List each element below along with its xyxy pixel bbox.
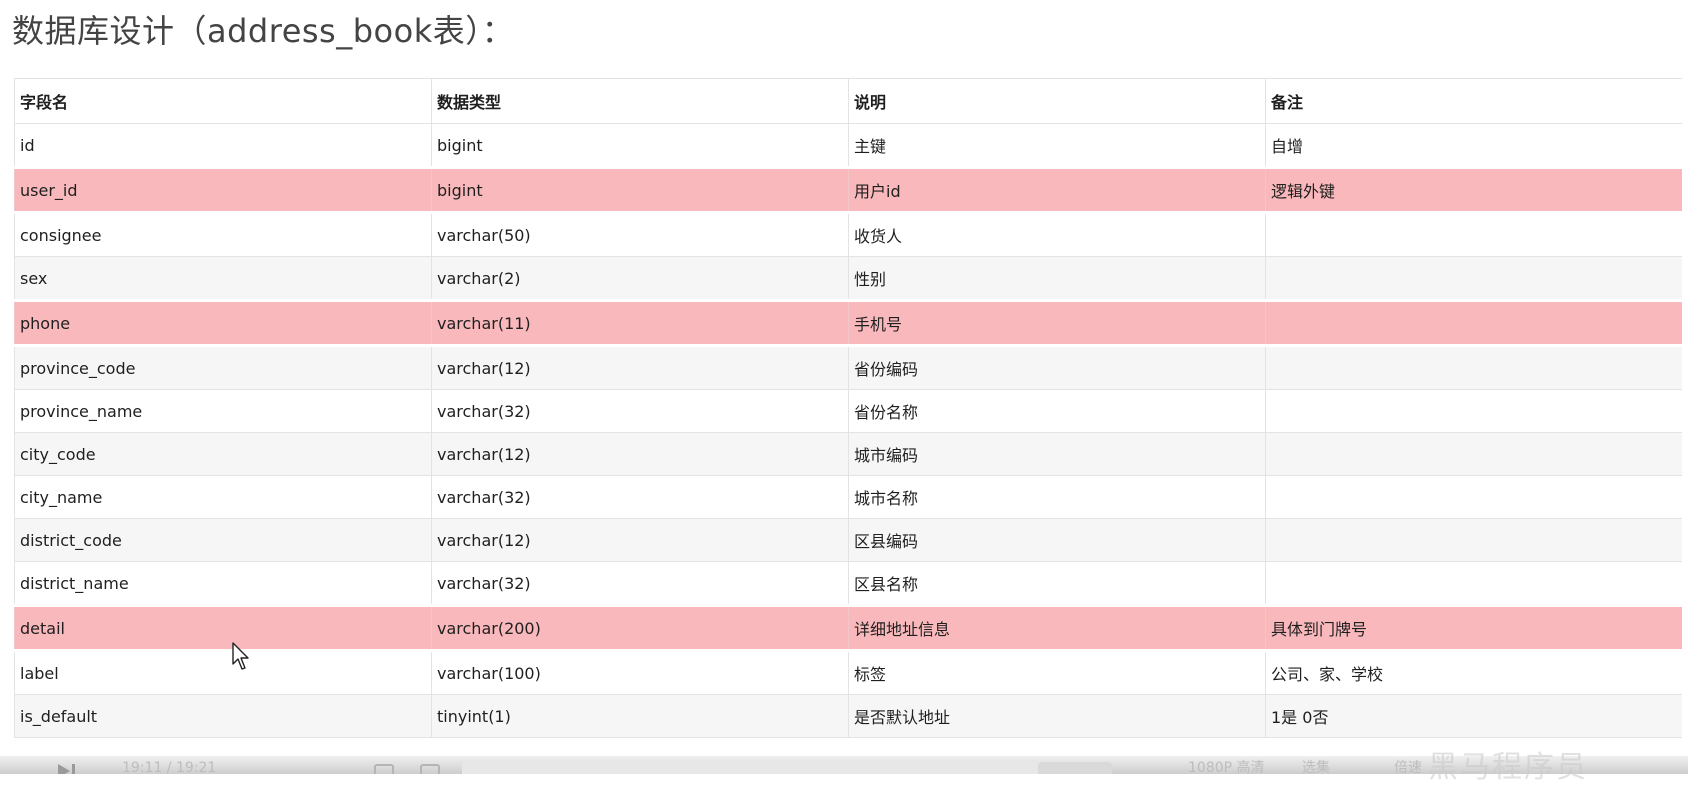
cell-data-type: varchar(12)	[431, 345, 849, 390]
table-row: id bigint 主键 自增	[14, 123, 1682, 168]
cell-description: 城市编码	[848, 432, 1266, 476]
speed-button[interactable]: 倍速	[1394, 759, 1422, 774]
cell-field-name: province_code	[14, 345, 432, 390]
cell-data-type: varchar(50)	[431, 212, 849, 257]
table-header-row: 字段名 数据类型 说明 备注	[14, 78, 1682, 124]
table-row: is_default tinyint(1) 是否默认地址 1是 0否	[14, 694, 1682, 738]
cell-description: 手机号	[848, 300, 1266, 346]
table-row: district_code varchar(12) 区县编码	[14, 518, 1682, 562]
table-container: 字段名 数据类型 说明 备注 id bigint 主键 自增 user_id bigint…	[14, 78, 1682, 760]
cell-data-type: bigint	[431, 123, 849, 168]
cell-field-name: district_name	[14, 561, 432, 606]
table-body: id bigint 主键 自增 user_id bigint 用户id 逻辑外键 consign…	[14, 123, 1682, 738]
cell-data-type: varchar(32)	[431, 561, 849, 606]
danmaku-send-button[interactable]	[1038, 762, 1112, 774]
cell-field-name: id	[14, 123, 432, 168]
cell-field-name: consignee	[14, 212, 432, 257]
episode-select-button[interactable]: 选集	[1302, 759, 1330, 774]
header-description: 说明	[848, 78, 1266, 124]
cell-data-type: tinyint(1)	[431, 694, 849, 738]
cell-description: 城市名称	[848, 475, 1266, 519]
cell-data-type: varchar(32)	[431, 475, 849, 519]
cell-data-type: varchar(2)	[431, 256, 849, 301]
table-row: phone varchar(11) 手机号	[14, 300, 1682, 346]
header-data-type: 数据类型	[431, 78, 849, 124]
cell-field-name: sex	[14, 256, 432, 301]
table-row: label varchar(100) 标签 公司、家、学校	[14, 650, 1682, 695]
table-row: sex varchar(2) 性别	[14, 256, 1682, 301]
cell-note: 具体到门牌号	[1265, 605, 1682, 651]
table-row: district_name varchar(32) 区县名称	[14, 561, 1682, 606]
cell-field-name: district_code	[14, 518, 432, 562]
table-row: consignee varchar(50) 收货人	[14, 212, 1682, 257]
cell-description: 区县编码	[848, 518, 1266, 562]
header-field-name: 字段名	[14, 78, 432, 124]
page-title: 数据库设计（address_book表）：	[12, 12, 515, 50]
cell-description: 标签	[848, 650, 1266, 695]
cell-note	[1265, 475, 1682, 519]
cell-note	[1265, 518, 1682, 562]
cell-data-type: varchar(11)	[431, 300, 849, 346]
cell-description: 是否默认地址	[848, 694, 1266, 738]
cell-data-type: varchar(100)	[431, 650, 849, 695]
danmaku-settings-icon[interactable]	[420, 764, 440, 774]
mouse-cursor-icon	[232, 642, 249, 670]
cell-note: 自增	[1265, 123, 1682, 168]
cell-description: 详细地址信息	[848, 605, 1266, 651]
cell-description: 收货人	[848, 212, 1266, 257]
table-row: user_id bigint 用户id 逻辑外键	[14, 167, 1682, 213]
schema-table: 字段名 数据类型 说明 备注 id bigint 主键 自增 user_id bigint…	[14, 78, 1682, 738]
cell-field-name: city_code	[14, 432, 432, 476]
cell-note	[1265, 389, 1682, 433]
cell-note	[1265, 212, 1682, 257]
cell-description: 省份编码	[848, 345, 1266, 390]
cell-description: 主键	[848, 123, 1266, 168]
header-note: 备注	[1265, 78, 1682, 124]
quality-button[interactable]: 1080P 高清	[1188, 759, 1265, 774]
cell-note	[1265, 300, 1682, 346]
cell-description: 区县名称	[848, 561, 1266, 606]
cell-data-type: varchar(32)	[431, 389, 849, 433]
cell-data-type: bigint	[431, 167, 849, 213]
cell-note: 1是 0否	[1265, 694, 1682, 738]
watermark: 黑马程序员	[1428, 750, 1588, 785]
danmaku-input[interactable]	[462, 762, 1112, 774]
next-icon[interactable]	[72, 764, 75, 774]
cell-note	[1265, 432, 1682, 476]
cell-description: 性别	[848, 256, 1266, 301]
cell-data-type: varchar(12)	[431, 432, 849, 476]
cell-field-name: phone	[14, 300, 432, 346]
cell-note	[1265, 561, 1682, 606]
table-row: province_name varchar(32) 省份名称	[14, 389, 1682, 433]
table-row: city_name varchar(32) 城市名称	[14, 475, 1682, 519]
cell-note	[1265, 256, 1682, 301]
table-row: detail varchar(200) 详细地址信息 具体到门牌号	[14, 605, 1682, 651]
cell-note: 逻辑外键	[1265, 167, 1682, 213]
cell-data-type: varchar(200)	[431, 605, 849, 651]
cell-field-name: is_default	[14, 694, 432, 738]
table-row: province_code varchar(12) 省份编码	[14, 345, 1682, 390]
cell-field-name: user_id	[14, 167, 432, 213]
cell-field-name: label	[14, 650, 432, 695]
cell-note	[1265, 345, 1682, 390]
cell-description: 省份名称	[848, 389, 1266, 433]
table-row: city_code varchar(12) 城市编码	[14, 432, 1682, 476]
cell-data-type: varchar(12)	[431, 518, 849, 562]
play-icon[interactable]	[58, 764, 70, 774]
cell-note: 公司、家、学校	[1265, 650, 1682, 695]
danmaku-toggle-icon[interactable]	[374, 764, 394, 774]
cell-field-name: province_name	[14, 389, 432, 433]
cell-field-name: detail	[14, 605, 432, 651]
cell-field-name: city_name	[14, 475, 432, 519]
playback-time: 19:11 / 19:21	[122, 760, 217, 774]
cell-description: 用户id	[848, 167, 1266, 213]
